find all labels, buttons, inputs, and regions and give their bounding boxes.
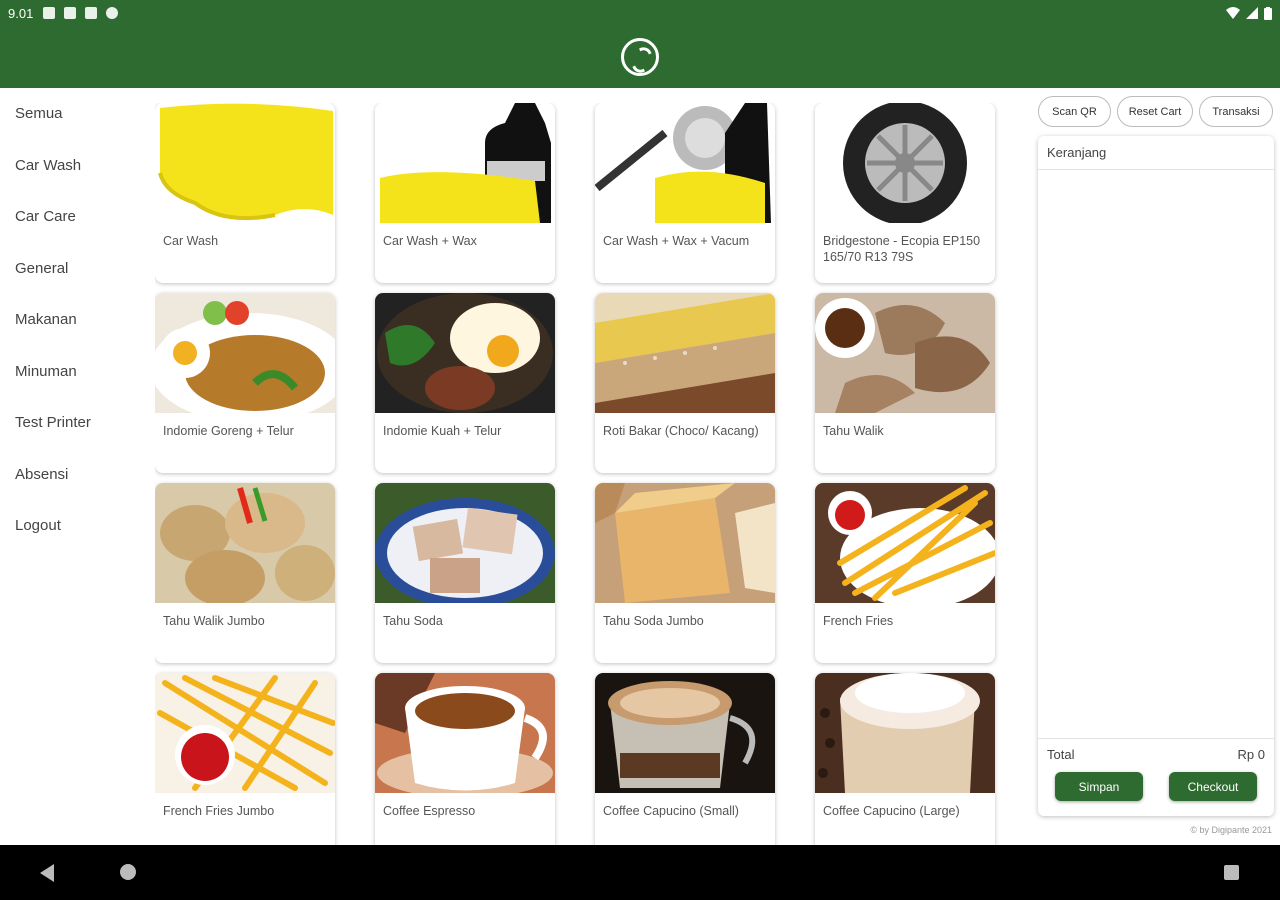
cart-panel: Keranjang Total Rp 0 Simpan Checkout	[1038, 136, 1274, 816]
product-image	[155, 483, 335, 603]
product-card[interactable]: Tahu Walik Jumbo	[155, 483, 335, 663]
product-image	[815, 293, 995, 413]
app-bar	[0, 26, 1280, 88]
product-name: French Fries	[823, 614, 894, 628]
notification-icon	[64, 7, 77, 19]
product-grid: Car Wash Car Wash + Wax Car Wash + Wax +…	[155, 103, 1005, 845]
scan-qr-button[interactable]: Scan QR	[1038, 96, 1111, 127]
product-name: Car Wash	[163, 234, 219, 248]
recent-apps-icon[interactable]	[1224, 865, 1239, 880]
cart-title: Keranjang	[1038, 136, 1274, 170]
product-name: Coffee Capucino (Large)	[823, 804, 960, 818]
product-image	[595, 103, 775, 223]
signal-icon	[1246, 7, 1258, 19]
copyright-text: © by Digipante 2021	[1190, 825, 1272, 835]
sidebar-item-absensi[interactable]: Absensi	[0, 449, 145, 501]
sidebar-item-makanan[interactable]: Makanan	[0, 294, 145, 346]
product-name: Coffee Capucino (Small)	[603, 804, 739, 818]
product-image	[595, 293, 775, 413]
product-name: Bridgestone - Ecopia EP150 165/70 R13 79…	[823, 234, 981, 264]
product-name: Car Wash + Wax + Vacum	[603, 234, 750, 248]
wifi-icon	[1226, 7, 1240, 19]
checkout-button[interactable]: Checkout	[1169, 772, 1257, 801]
product-image	[155, 673, 335, 793]
product-image	[375, 673, 555, 793]
product-name: Coffee Espresso	[383, 804, 476, 818]
cart-actions: Scan QR Reset Cart Transaksi	[1038, 96, 1274, 128]
product-image	[815, 673, 995, 793]
category-sidebar: Semua Car Wash Car Care General Makanan …	[0, 88, 145, 845]
back-icon[interactable]	[40, 864, 54, 882]
product-image	[815, 483, 995, 603]
product-image	[815, 103, 995, 223]
sidebar-item-semua[interactable]: Semua	[0, 88, 145, 140]
status-time: 9.01	[8, 5, 34, 21]
product-card[interactable]: French Fries	[815, 483, 995, 663]
product-name: Indomie Goreng + Telur	[163, 424, 294, 438]
sidebar-item-car-wash[interactable]: Car Wash	[0, 140, 145, 192]
product-name: Indomie Kuah + Telur	[383, 424, 502, 438]
notification-icon	[106, 7, 119, 19]
product-name: Tahu Walik Jumbo	[163, 614, 265, 628]
transaksi-button[interactable]: Transaksi	[1199, 96, 1273, 127]
product-image	[375, 293, 555, 413]
product-card[interactable]: Tahu Walik	[815, 293, 995, 473]
sidebar-item-car-care[interactable]: Car Care	[0, 191, 145, 243]
status-bar: 9.01	[0, 0, 1280, 26]
product-name: Tahu Walik	[823, 424, 884, 438]
notification-icons	[43, 7, 119, 19]
product-card[interactable]: Car Wash	[155, 103, 335, 283]
product-card[interactable]: Indomie Goreng + Telur	[155, 293, 335, 473]
notification-icon	[85, 7, 98, 19]
total-label: Total	[1047, 747, 1075, 762]
product-name: French Fries Jumbo	[163, 804, 275, 818]
product-card[interactable]: Coffee Capucino (Small)	[595, 673, 775, 845]
product-card[interactable]: Coffee Espresso	[375, 673, 555, 845]
cart-items-list	[1038, 170, 1274, 738]
product-card[interactable]: Tahu Soda	[375, 483, 555, 663]
product-card[interactable]: Tahu Soda Jumbo	[595, 483, 775, 663]
product-name: Tahu Soda Jumbo	[603, 614, 704, 628]
cart-footer: Total Rp 0 Simpan Checkout	[1038, 738, 1274, 809]
product-image	[155, 103, 335, 223]
sidebar-item-test-printer[interactable]: Test Printer	[0, 397, 145, 449]
product-card[interactable]: Car Wash + Wax + Vacum	[595, 103, 775, 283]
product-card[interactable]: Indomie Kuah + Telur	[375, 293, 555, 473]
reset-cart-button[interactable]: Reset Cart	[1117, 96, 1193, 127]
product-card[interactable]: Car Wash + Wax	[375, 103, 555, 283]
product-image	[155, 293, 335, 413]
simpan-button[interactable]: Simpan	[1055, 772, 1143, 801]
sidebar-item-minuman[interactable]: Minuman	[0, 346, 145, 398]
product-card[interactable]: Coffee Capucino (Large)	[815, 673, 995, 845]
app-logo-icon	[621, 38, 659, 76]
product-card[interactable]: Roti Bakar (Choco/ Kacang)	[595, 293, 775, 473]
cart-total-row: Total Rp 0	[1047, 747, 1265, 762]
product-image	[375, 103, 555, 223]
sidebar-item-general[interactable]: General	[0, 243, 145, 295]
product-name: Car Wash + Wax	[383, 234, 477, 248]
system-nav-bar	[0, 845, 1280, 900]
product-image	[375, 483, 555, 603]
sidebar-item-logout[interactable]: Logout	[0, 500, 145, 552]
product-image	[595, 673, 775, 793]
product-card[interactable]: Bridgestone - Ecopia EP150 165/70 R13 79…	[815, 103, 995, 283]
home-icon[interactable]	[120, 864, 136, 880]
notification-icon	[43, 7, 56, 19]
product-name: Tahu Soda	[383, 614, 443, 628]
total-value: Rp 0	[1237, 747, 1265, 762]
battery-icon	[1264, 6, 1272, 20]
product-name: Roti Bakar (Choco/ Kacang)	[603, 424, 759, 438]
product-card[interactable]: French Fries Jumbo	[155, 673, 335, 845]
product-image	[595, 483, 775, 603]
